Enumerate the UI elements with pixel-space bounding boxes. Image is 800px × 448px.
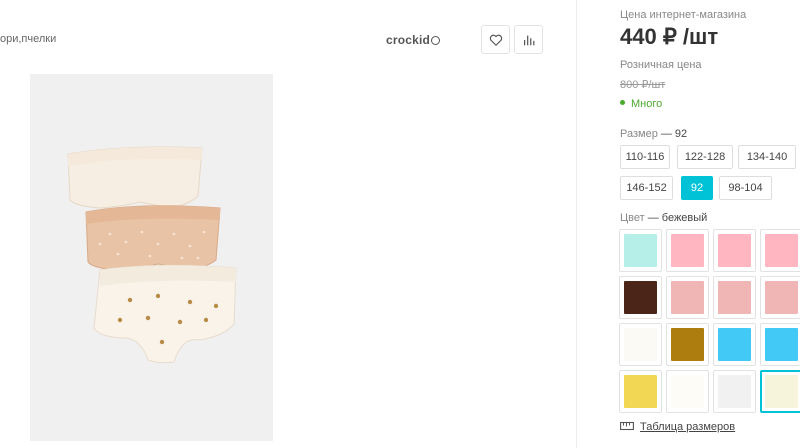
color-swatch[interactable] [619, 323, 662, 366]
brand-logo[interactable]: crockid [386, 33, 441, 47]
size-option[interactable]: 134-140 [738, 145, 796, 169]
online-price: 440 ₽ /шт [620, 24, 719, 49]
color-swatch[interactable] [666, 229, 709, 272]
color-swatch-fill [624, 281, 657, 314]
retail-price: 800 ₽/шт [620, 79, 666, 91]
color-swatch[interactable] [666, 370, 709, 413]
color-swatch-fill [718, 234, 751, 267]
color-swatch[interactable] [713, 370, 756, 413]
ruler-icon [620, 421, 634, 431]
color-swatch-fill [765, 234, 798, 267]
color-swatch-fill [671, 375, 704, 408]
color-selected: — бежевый [647, 212, 708, 224]
size-option[interactable]: 98-104 [719, 176, 772, 200]
bar-chart-icon [523, 35, 534, 45]
color-swatch[interactable] [666, 276, 709, 319]
color-swatch[interactable] [713, 276, 756, 319]
color-swatch[interactable] [619, 229, 662, 272]
color-swatch[interactable] [666, 323, 709, 366]
panel-divider [576, 0, 577, 448]
heart-icon [489, 34, 502, 46]
compare-button[interactable] [514, 25, 543, 54]
color-swatch-fill [718, 281, 751, 314]
color-swatch[interactable] [713, 323, 756, 366]
size-option[interactable]: 110-116 [620, 145, 670, 169]
brand-name: crockid [386, 33, 431, 47]
color-swatch-fill [624, 328, 657, 361]
color-swatch-fill [765, 281, 798, 314]
color-swatch-fill [718, 328, 751, 361]
online-price-label: Цена интернет-магазина [620, 9, 747, 21]
size-option[interactable]: 122-128 [677, 145, 733, 169]
color-swatch-fill [718, 375, 751, 408]
color-swatch[interactable] [619, 370, 662, 413]
size-label: Размер [620, 128, 658, 140]
color-swatch[interactable] [760, 229, 800, 272]
retail-price-label: Розничная цена [620, 59, 702, 71]
color-swatch[interactable] [713, 229, 756, 272]
size-option-active[interactable]: 92 [681, 176, 713, 200]
size-table-link[interactable]: Таблица размеров [620, 421, 735, 433]
stock-status: Много [620, 98, 662, 110]
color-swatch-fill [624, 375, 657, 408]
color-label: Цвет [620, 212, 645, 224]
stock-label: Много [631, 98, 663, 110]
panties-illustration [67, 146, 237, 364]
color-swatch[interactable] [760, 370, 800, 413]
color-swatch[interactable] [760, 323, 800, 366]
favorite-button[interactable] [481, 25, 510, 54]
color-swatch[interactable] [760, 276, 800, 319]
size-table-label: Таблица размеров [640, 421, 736, 433]
color-swatch-fill [671, 328, 704, 361]
color-swatch-fill [765, 328, 798, 361]
product-image[interactable] [30, 74, 273, 441]
size-label-row: Размер — 92 [620, 128, 687, 140]
stock-dot-icon [620, 100, 625, 105]
color-swatch-fill [765, 375, 798, 408]
color-swatch-fill [671, 281, 704, 314]
color-swatch-fill [624, 234, 657, 267]
color-label-row: Цвет — бежевый [620, 212, 707, 224]
color-swatch[interactable] [619, 276, 662, 319]
color-swatch-fill [671, 234, 704, 267]
size-selected: — 92 [660, 128, 688, 140]
breadcrumb[interactable]: ори,пчелки [0, 33, 56, 45]
size-option[interactable]: 146-152 [620, 176, 673, 200]
brand-mark-icon [431, 36, 441, 45]
